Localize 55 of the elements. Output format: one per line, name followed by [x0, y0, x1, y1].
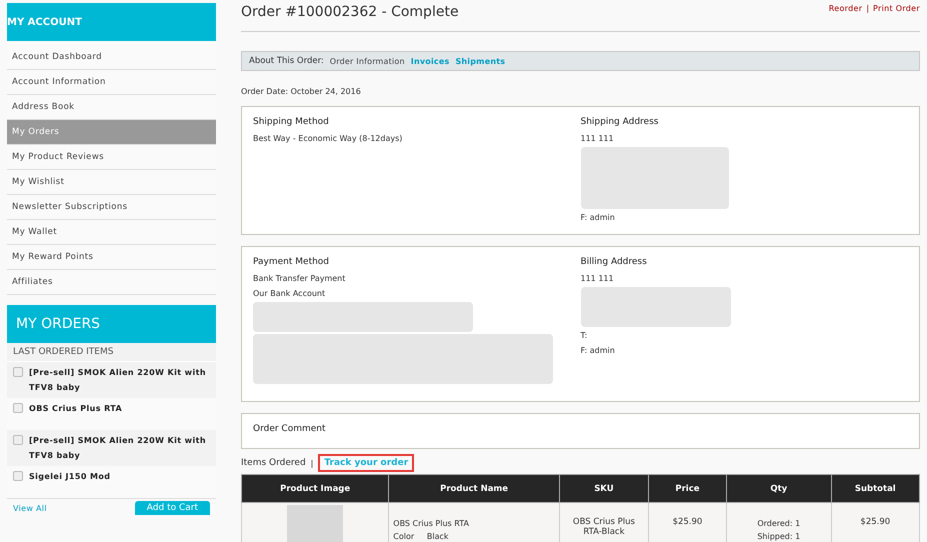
- checkbox[interactable]: [13, 435, 23, 445]
- option-value: Black: [426, 532, 449, 541]
- column-header: Subtotal: [831, 474, 920, 502]
- order-title: Order #100002362 - Complete: [241, 4, 459, 20]
- quantity-text: Ordered: 1: [756, 518, 802, 530]
- column-header: Product Name: [388, 474, 560, 502]
- order-action-link[interactable]: Print Order: [873, 4, 920, 20]
- sidebar-item[interactable]: Affiliates: [7, 270, 216, 295]
- sku-text: OBS Crius Plus RTA-Black: [572, 517, 635, 537]
- column-header: Product Image: [242, 474, 389, 502]
- checkbox[interactable]: [13, 471, 23, 481]
- address-line: Best Way - Economic Way (8-12days): [253, 133, 404, 145]
- quantity-text: Shipped: 1: [756, 531, 802, 542]
- ordered-item-name: OBS Crius Plus RTA: [29, 403, 122, 415]
- sidebar-title: MY ACCOUNT: [7, 16, 82, 28]
- separator: |: [310, 458, 314, 468]
- section-heading: Shipping Method: [253, 117, 330, 127]
- address-line: Bank Transfer Payment: [253, 273, 346, 285]
- sidebar-item[interactable]: My Wallet: [7, 220, 216, 245]
- sidebar-item[interactable]: My Wishlist: [7, 170, 216, 195]
- address-line: T:: [580, 330, 588, 342]
- section-heading: Billing Address: [580, 257, 648, 267]
- address-line: F: admin: [580, 345, 616, 357]
- ordered-item-name: Sigelei J150 Mod: [29, 471, 110, 483]
- sidebar-item[interactable]: Newsletter Subscriptions: [7, 195, 216, 220]
- subtotal-text: $25.90: [860, 517, 890, 527]
- option-label: Color: [393, 532, 414, 541]
- order-date: Order Date: October 24, 2016: [241, 87, 361, 96]
- price-text: $25.90: [672, 517, 702, 527]
- address-line: 111 111: [580, 273, 615, 285]
- checkbox[interactable]: [13, 367, 23, 377]
- ordered-item-name: [Pre-sell] SMOK Alien 220W Kit with TFV8 baby: [29, 367, 207, 394]
- separator: |: [866, 4, 870, 15]
- last-ordered-subtitle: LAST ORDERED ITEMS: [7, 343, 216, 362]
- section-heading: Shipping Address: [580, 117, 660, 127]
- order-action-link[interactable]: Reorder: [828, 4, 862, 20]
- order-tab[interactable]: Order Information: [330, 56, 405, 66]
- sidebar-item[interactable]: My Reward Points: [7, 245, 216, 270]
- ordered-item-name: [Pre-sell] SMOK Alien 220W Kit with TFV8 baby: [29, 435, 207, 462]
- about-label: About This Order:: [249, 56, 324, 66]
- column-header: Price: [648, 474, 726, 502]
- my-orders-title: MY ORDERS: [16, 316, 100, 332]
- column-header: SKU: [559, 474, 648, 502]
- section-heading: Payment Method: [253, 257, 330, 267]
- checkbox[interactable]: [13, 403, 23, 413]
- sidebar-item[interactable]: My Product Reviews: [7, 145, 216, 170]
- section-heading: Order Comment: [253, 424, 327, 435]
- product-name: OBS Crius Plus RTA: [393, 518, 470, 530]
- column-header: Qty: [726, 474, 832, 502]
- items-ordered-label: Items Ordered: [241, 458, 306, 468]
- sidebar-item[interactable]: Account Dashboard: [7, 45, 216, 70]
- address-line: 111 111: [580, 133, 615, 145]
- address-line: F: admin: [580, 212, 616, 224]
- address-line: Our Bank Account: [253, 288, 326, 300]
- sidebar-item[interactable]: Account Information: [7, 70, 216, 95]
